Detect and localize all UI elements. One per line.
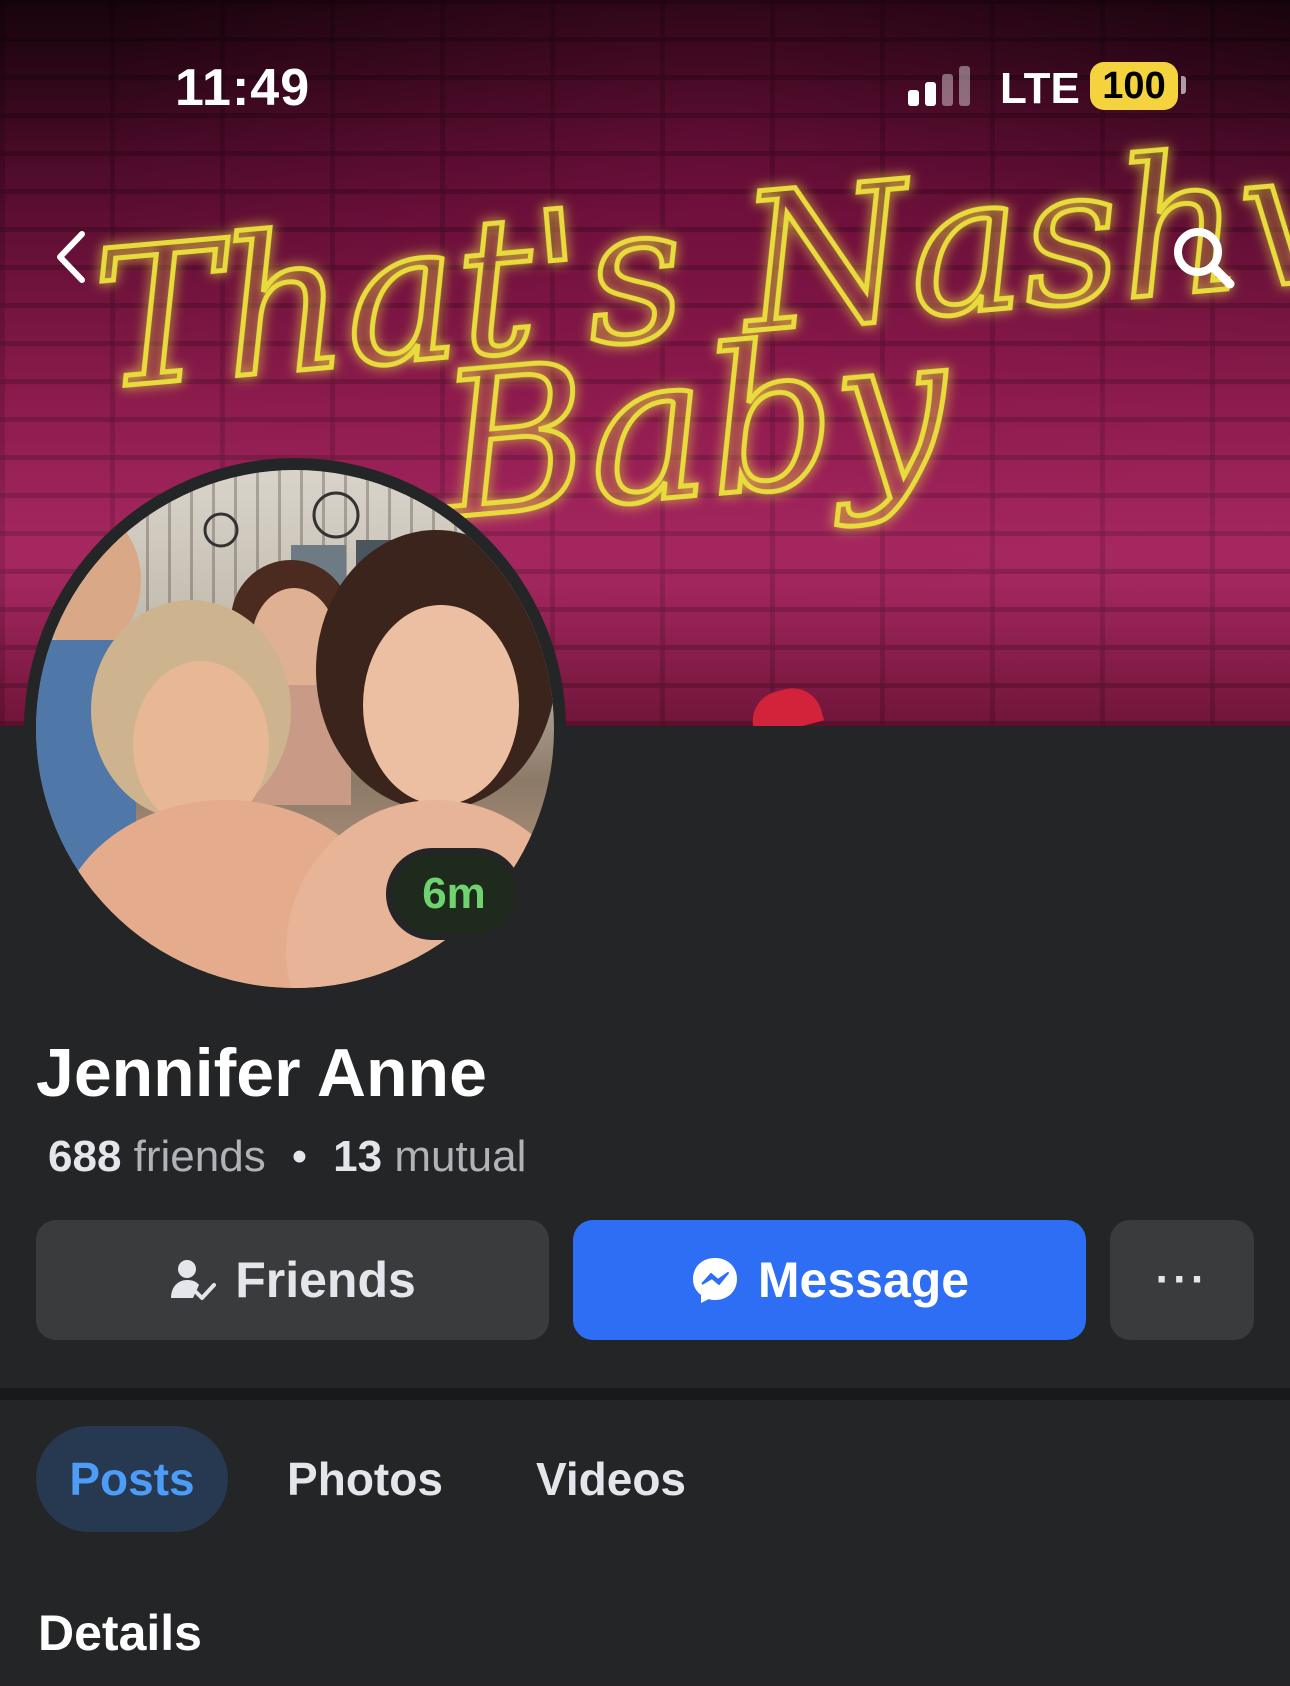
back-button[interactable] xyxy=(48,222,98,292)
profile-name: Jennifer Anne xyxy=(36,1035,487,1111)
mutual-count-label: mutual xyxy=(394,1132,527,1181)
message-button[interactable]: Message xyxy=(573,1220,1086,1340)
tab-photos-label: Photos xyxy=(287,1453,443,1505)
message-button-label: Message xyxy=(757,1252,970,1308)
search-icon xyxy=(1174,228,1235,289)
tab-posts[interactable]: Posts xyxy=(36,1426,228,1532)
friends-button-label: Friends xyxy=(235,1252,416,1308)
messenger-icon xyxy=(692,1258,737,1303)
meta-separator: • xyxy=(291,1132,308,1181)
cellular-signal-icon xyxy=(908,66,978,106)
search-button[interactable] xyxy=(1168,222,1240,294)
more-options-button[interactable]: ··· xyxy=(1110,1220,1254,1340)
tab-photos[interactable]: Photos xyxy=(270,1426,460,1532)
friends-button[interactable]: Friends xyxy=(36,1220,549,1340)
network-type: LTE xyxy=(1000,64,1080,113)
friends-count: 688 xyxy=(48,1132,122,1181)
chevron-left-icon xyxy=(57,231,85,283)
mutual-count: 13 xyxy=(333,1132,383,1181)
details-heading: Details xyxy=(38,1605,202,1661)
friends-count-label: friends xyxy=(133,1132,266,1181)
active-status-badge: 6m xyxy=(386,848,522,940)
tab-videos-label: Videos xyxy=(536,1453,686,1505)
battery-nub xyxy=(1181,76,1186,94)
section-divider xyxy=(0,1388,1290,1400)
friend-check-icon xyxy=(171,1260,217,1300)
tab-videos[interactable]: Videos xyxy=(520,1426,702,1532)
more-options-label: ··· xyxy=(1155,1255,1209,1304)
friend-counts[interactable]: 688 friends • 13 mutual xyxy=(48,1132,526,1182)
status-time: 11:49 xyxy=(175,59,311,117)
battery-indicator: 100 xyxy=(1090,62,1178,110)
tab-posts-label: Posts xyxy=(69,1453,195,1505)
